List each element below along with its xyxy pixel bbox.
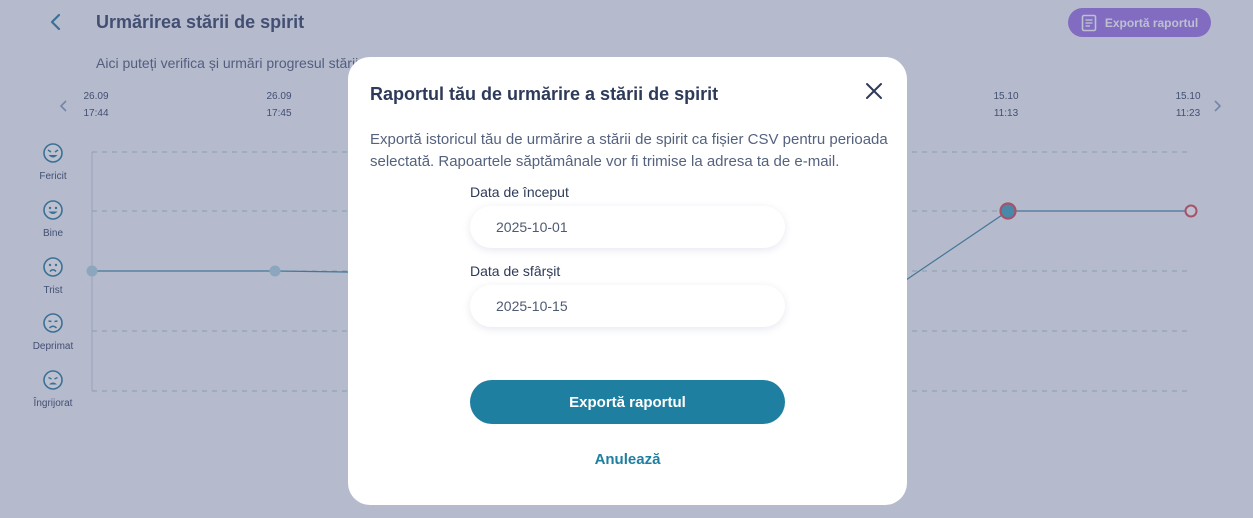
- end-date-label: Data de sfârșit: [470, 263, 561, 279]
- start-date-input[interactable]: 2025-10-01: [470, 206, 785, 248]
- close-icon: [866, 83, 882, 99]
- cancel-button[interactable]: Anulează: [470, 451, 785, 468]
- export-report-button[interactable]: Exportă raportul: [470, 380, 785, 424]
- export-report-modal: Raportul tău de urmărire a stării de spi…: [348, 57, 907, 505]
- modal-title: Raportul tău de urmărire a stării de spi…: [370, 84, 719, 104]
- close-button[interactable]: [861, 78, 887, 104]
- end-date-input[interactable]: 2025-10-15: [470, 285, 785, 327]
- modal-description: Exportă istoricul tău de urmărire a stăr…: [370, 131, 888, 170]
- start-date-label: Data de început: [470, 184, 569, 200]
